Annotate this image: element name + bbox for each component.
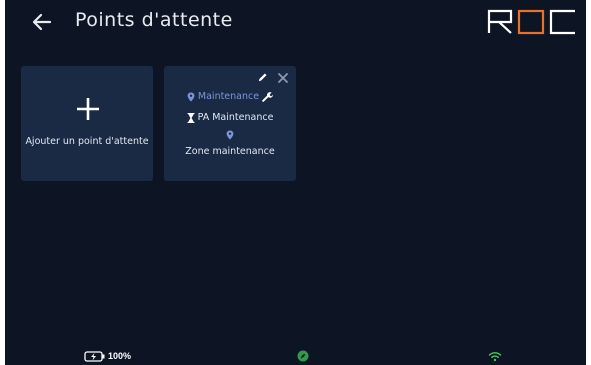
status-bar: 100% [5,349,586,365]
add-waiting-point-label: Ajouter un point d'attente [25,136,149,147]
battery-level: 100% [108,351,132,361]
add-waiting-point-card[interactable]: Ajouter un point d'attente [21,66,153,181]
page-title: Points d'attente [75,9,233,31]
category-row: Maintenance [164,91,296,102]
point-name: PA Maintenance [197,112,274,123]
hourglass-icon [187,112,195,123]
app-screen: Points d'attente Ajouter un point d'atte… [5,0,586,365]
compass-icon [297,350,309,362]
category-label: Maintenance [197,91,260,102]
zone-pin-row [164,124,296,139]
waiting-point-card[interactable]: Maintenance PA Maintenance Zone maintena… [164,66,296,181]
zone-name: Zone maintenance [185,146,275,157]
map-pin-icon [187,92,195,101]
plus-icon [77,98,99,120]
wrench-icon [262,92,274,102]
close-icon[interactable] [278,73,288,83]
wifi-icon [488,352,502,362]
map-pin-icon [226,130,234,139]
point-name-row: PA Maintenance [164,112,296,123]
arrow-left-icon[interactable] [31,11,53,33]
header: Points d'attente [5,0,586,44]
battery-charging-icon [84,351,105,362]
pencil-icon[interactable] [257,72,268,83]
roc-logo [487,9,575,35]
